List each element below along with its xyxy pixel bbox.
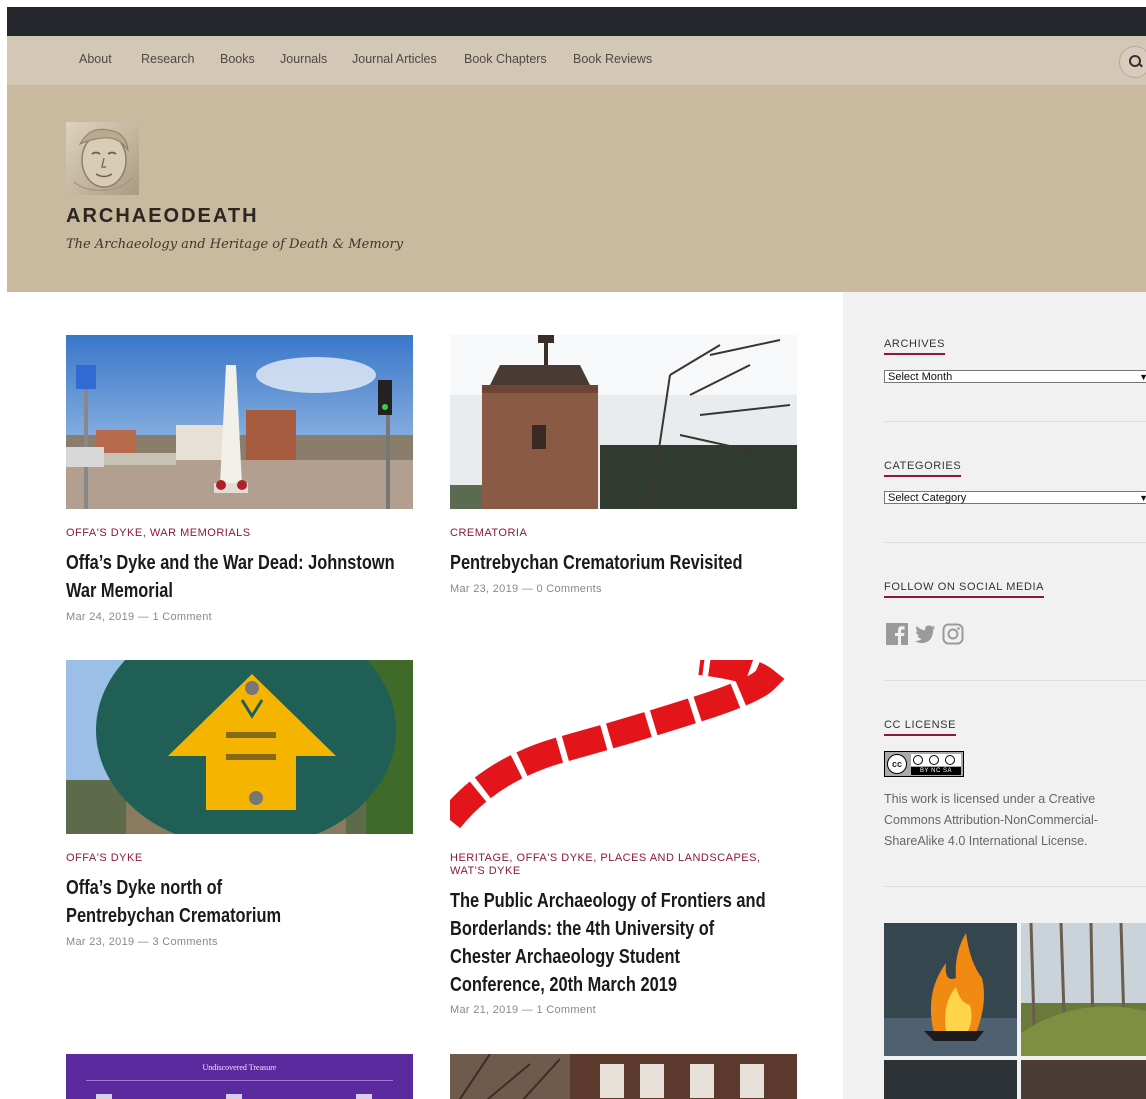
main-navigation: About Research Books Journals Journal Ar… xyxy=(7,36,1146,86)
post-thumbnail-crematorium[interactable] xyxy=(450,335,797,509)
post-thumbnail-brick-building[interactable] xyxy=(450,1054,797,1099)
nav-item-journals[interactable]: Journals xyxy=(280,52,327,66)
archives-select-value: Select Month xyxy=(888,371,953,383)
gallery-thumbnail-woodland[interactable] xyxy=(1021,923,1146,1056)
post-meta: Mar 21, 2019 — 1 Comment xyxy=(450,1004,596,1016)
post-thumbnail-undiscovered-treasure[interactable]: Undiscovered Treasure xyxy=(66,1054,413,1099)
category-link[interactable]: OFFA'S DYKE xyxy=(66,527,143,539)
nav-item-journal-articles[interactable]: Journal Articles xyxy=(352,52,437,66)
post-categories: OFFA'S DYKE, WAR MEMORIALS xyxy=(66,527,251,539)
category-link[interactable]: OFFA'S DYKE xyxy=(66,852,143,864)
instagram-icon[interactable] xyxy=(942,623,964,645)
post-thumbnail-footpath-sign[interactable] xyxy=(66,660,413,834)
nav-item-research[interactable]: Research xyxy=(141,52,195,66)
browser-page: About Research Books Journals Journal Ar… xyxy=(7,7,1146,1099)
chevron-down-icon: ▼ xyxy=(1139,493,1146,503)
post-image-banner: Undiscovered Treasure xyxy=(202,1063,277,1072)
carved-face-icon xyxy=(73,128,133,191)
widget-divider xyxy=(884,542,1146,543)
site-title[interactable]: ARCHAEODEATH xyxy=(66,205,259,228)
gallery-thumbnail-face[interactable] xyxy=(1021,1060,1146,1099)
widget-title-cc-license: CC LICENSE xyxy=(884,719,957,736)
facebook-icon[interactable] xyxy=(886,623,908,645)
gallery-thumbnail-fire-boat[interactable] xyxy=(884,923,1017,1056)
post-meta: Mar 23, 2019 — 3 Comments xyxy=(66,936,218,948)
nav-item-book-chapters[interactable]: Book Chapters xyxy=(464,52,547,66)
admin-top-bar xyxy=(7,7,1146,36)
category-link[interactable]: WAT'S DYKE xyxy=(450,865,521,877)
category-link[interactable]: PLACES AND LANDSCAPES xyxy=(600,852,757,864)
post-categories: CREMATORIA xyxy=(450,527,790,540)
site-tagline: The Archaeology and Heritage of Death & … xyxy=(66,237,404,252)
license-text: This work is licensed under a Creative C… xyxy=(884,792,1098,848)
post-date[interactable]: Mar 23, 2019 xyxy=(450,583,518,595)
post-date[interactable]: Mar 21, 2019 xyxy=(450,1004,518,1016)
twitter-icon[interactable] xyxy=(914,623,936,645)
license-icons xyxy=(911,754,961,766)
post-categories: HERITAGE, OFFA'S DYKE, PLACES AND LANDSC… xyxy=(450,852,761,877)
category-link[interactable]: HERITAGE xyxy=(450,852,509,864)
post-thumbnail-red-path[interactable] xyxy=(450,660,797,834)
post-thumbnail-war-memorial[interactable] xyxy=(66,335,413,509)
post-title[interactable]: The Public Archaeology of Frontiers and … xyxy=(450,887,778,999)
gallery-thumbnail-dark[interactable] xyxy=(884,1060,1017,1099)
cc-license-badge[interactable]: cc BY NC SA xyxy=(884,751,964,777)
post-comments-link[interactable]: 1 Comment xyxy=(152,611,212,623)
site-logo[interactable] xyxy=(66,122,139,195)
post-comments-link[interactable]: 3 Comments xyxy=(152,936,217,948)
attribution-icon xyxy=(913,755,923,765)
cc-icon: cc xyxy=(887,754,907,774)
post-date[interactable]: Mar 23, 2019 xyxy=(66,936,134,948)
widget-title-categories: CATEGORIES xyxy=(884,460,962,477)
widget-divider xyxy=(884,886,1146,887)
category-link[interactable]: WAR MEMORIALS xyxy=(150,527,251,539)
license-badge-label: BY NC SA xyxy=(911,767,961,775)
categories-select-value: Select Category xyxy=(888,492,967,504)
widget-title-social: FOLLOW ON SOCIAL MEDIA xyxy=(884,581,1045,598)
category-link[interactable]: CREMATORIA xyxy=(450,527,527,539)
post-categories: OFFA'S DYKE xyxy=(66,852,406,865)
post-title[interactable]: Offa’s Dyke and the War Dead: Johnstown … xyxy=(66,549,406,605)
sharealike-icon xyxy=(945,755,955,765)
widget-title-archives: ARCHIVES xyxy=(884,338,946,355)
site-header: ARCHAEODEATH The Archaeology and Heritag… xyxy=(7,85,1146,292)
sidebar: ARCHIVES Select Month ▼ CATEGORIES Selec… xyxy=(843,292,1146,1099)
post-meta: Mar 23, 2019 — 0 Comments xyxy=(450,583,602,595)
search-button[interactable] xyxy=(1119,46,1146,78)
post-date[interactable]: Mar 24, 2019 xyxy=(66,611,134,623)
post-comments-link[interactable]: 0 Comments xyxy=(536,583,601,595)
widget-divider xyxy=(884,421,1146,422)
widget-divider xyxy=(884,680,1146,681)
noncommercial-icon xyxy=(929,755,939,765)
post-comments-link[interactable]: 1 Comment xyxy=(536,1004,596,1016)
nav-item-books[interactable]: Books xyxy=(220,52,255,66)
archives-select[interactable]: Select Month ▼ xyxy=(884,370,1146,383)
category-link[interactable]: OFFA'S DYKE xyxy=(517,852,594,864)
post-title[interactable]: Offa’s Dyke north of Pentrebychan Cremat… xyxy=(66,874,312,930)
post-meta: Mar 24, 2019 — 1 Comment xyxy=(66,611,212,623)
nav-item-about[interactable]: About xyxy=(79,52,112,66)
chevron-down-icon: ▼ xyxy=(1139,372,1146,382)
nav-item-book-reviews[interactable]: Book Reviews xyxy=(573,52,652,66)
post-title[interactable]: Pentrebychan Crematorium Revisited xyxy=(450,549,790,577)
categories-select[interactable]: Select Category ▼ xyxy=(884,491,1146,504)
